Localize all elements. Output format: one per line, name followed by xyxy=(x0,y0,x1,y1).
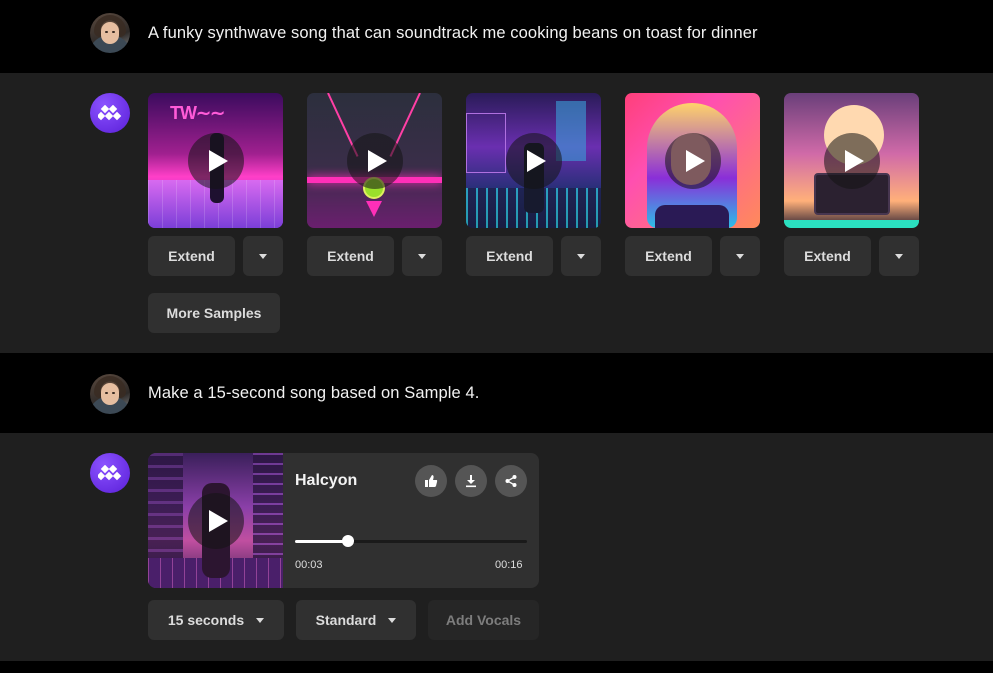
caret-down-icon xyxy=(736,253,744,259)
download-icon xyxy=(466,475,476,488)
add-vocals-button[interactable]: Add Vocals xyxy=(428,600,539,640)
user-avatar xyxy=(90,374,130,414)
progress-handle[interactable] xyxy=(342,535,355,547)
extend-button-5[interactable]: Extend xyxy=(784,236,871,276)
play-icon[interactable] xyxy=(505,132,562,189)
sample-thumbnail-1[interactable]: TW∼∼ xyxy=(148,93,283,228)
extend-options-button-2[interactable] xyxy=(402,236,442,276)
extend-options-button-3[interactable] xyxy=(561,236,601,276)
user-prompt-text: Make a 15-second song based on Sample 4. xyxy=(148,384,480,402)
play-icon[interactable] xyxy=(187,132,244,189)
extend-button-1[interactable]: Extend xyxy=(148,236,235,276)
progress-slider[interactable] xyxy=(295,535,527,547)
extend-options-button-4[interactable] xyxy=(720,236,760,276)
caret-down-icon xyxy=(577,253,585,259)
neon-sign-graphic: TW∼∼ xyxy=(170,103,225,123)
duration-select[interactable]: 15 seconds xyxy=(148,600,284,640)
current-time: 00:03 xyxy=(295,559,323,571)
duration-select-value: 15 seconds xyxy=(167,612,245,628)
like-button[interactable] xyxy=(415,465,447,497)
song-title: Halcyon xyxy=(295,472,358,489)
total-duration: 00:16 xyxy=(495,559,523,571)
caret-down-icon xyxy=(895,253,903,259)
play-icon[interactable] xyxy=(823,132,880,189)
song-cover-art[interactable] xyxy=(148,453,283,588)
play-icon[interactable] xyxy=(187,492,244,549)
user-avatar xyxy=(90,13,130,53)
extend-options-button-1[interactable] xyxy=(243,236,283,276)
extend-button-4[interactable]: Extend xyxy=(625,236,712,276)
assistant-logo xyxy=(90,93,130,133)
share-icon xyxy=(505,475,517,487)
sample-thumbnail-4[interactable] xyxy=(625,93,760,228)
extend-button-3[interactable]: Extend xyxy=(466,236,553,276)
caret-down-icon xyxy=(418,253,426,259)
progress-fill xyxy=(295,540,349,543)
quality-select-value: Standard xyxy=(315,612,377,628)
caret-down-icon xyxy=(259,253,267,259)
sample-thumbnail-3[interactable] xyxy=(466,93,601,228)
play-icon[interactable] xyxy=(346,132,403,189)
caret-down-icon xyxy=(388,617,397,623)
user-prompt-text: A funky synthwave song that can soundtra… xyxy=(148,24,758,42)
extend-button-2[interactable]: Extend xyxy=(307,236,394,276)
caret-down-icon xyxy=(256,617,265,623)
sample-thumbnail-5[interactable] xyxy=(784,93,919,228)
share-button[interactable] xyxy=(495,465,527,497)
quality-select[interactable]: Standard xyxy=(296,600,416,640)
play-icon[interactable] xyxy=(664,132,721,189)
more-samples-button[interactable]: More Samples xyxy=(148,293,280,333)
song-player: Halcyon 00:03 00:16 xyxy=(148,453,539,588)
assistant-logo xyxy=(90,453,130,493)
thumbs-up-icon xyxy=(425,475,438,487)
user-message-2: Make a 15-second song based on Sample 4. xyxy=(0,353,993,433)
user-message-1: A funky synthwave song that can soundtra… xyxy=(0,0,993,73)
extend-options-button-5[interactable] xyxy=(879,236,919,276)
sample-thumbnail-2[interactable] xyxy=(307,93,442,228)
download-button[interactable] xyxy=(455,465,487,497)
